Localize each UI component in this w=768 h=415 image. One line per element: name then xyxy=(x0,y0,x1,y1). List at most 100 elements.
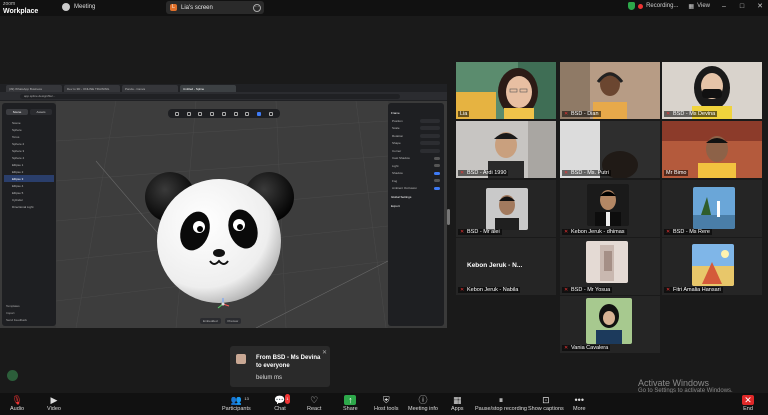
select-tool-icon[interactable] xyxy=(174,111,179,116)
property-toggle[interactable] xyxy=(434,171,440,175)
scene-tree-item[interactable]: Ellipse 4 xyxy=(4,182,54,189)
pen-tool-icon[interactable] xyxy=(221,111,226,116)
react-button[interactable]: ♡ React xyxy=(307,395,321,412)
close-icon[interactable]: ✕ xyxy=(322,349,327,356)
end-button[interactable]: ✕ End xyxy=(742,395,754,412)
video-tile[interactable]: Mr Bimo xyxy=(662,121,762,178)
share-icon: ↑ xyxy=(344,395,357,405)
scene-tree-item[interactable]: Sphere xyxy=(4,126,54,133)
video-tile[interactable]: ✕ BSD - Dian xyxy=(560,62,660,119)
tab-shared-screen[interactable]: L Lia's screen ··· xyxy=(166,1,264,14)
property-toggle[interactable] xyxy=(434,179,440,182)
close-icon[interactable]: ✕ xyxy=(756,2,764,10)
captions-button[interactable]: ⊡ Show captions xyxy=(528,395,564,412)
video-tile[interactable]: ✕ Kebon Jeruk - dhimas xyxy=(560,180,660,237)
import-link[interactable]: Import xyxy=(6,311,27,315)
scene-tree-item[interactable]: Directional Light xyxy=(4,203,54,210)
shared-screen[interactable]: (39) WhatsApp Business Dev to 3D - ONLIN… xyxy=(0,84,447,328)
tab-scene[interactable]: Scene xyxy=(6,109,28,115)
video-tile[interactable]: ✕ Fitri Amalia Hansari xyxy=(662,238,762,295)
move-tool-icon[interactable] xyxy=(186,111,191,116)
share-button[interactable]: ↑ Share xyxy=(343,395,358,412)
property-toggle[interactable] xyxy=(434,156,440,160)
meeting-info-button[interactable]: ⓘ Meeting info xyxy=(408,395,438,412)
scene-tree-item[interactable]: Ellipse 2 xyxy=(4,168,54,175)
tab-screen-label: Lia's screen xyxy=(181,4,213,11)
video-tile[interactable]: ✕ BSD - Ms Devina xyxy=(662,62,762,119)
shield-icon: ⛨ xyxy=(382,395,390,405)
video-tile[interactable]: ✕ BSD - Mr alei xyxy=(456,180,556,237)
participant-photo xyxy=(586,241,628,283)
play-tool-icon[interactable] xyxy=(257,111,262,116)
chat-button[interactable]: 💬 1 Chat xyxy=(274,394,290,412)
more-button[interactable]: ••• More xyxy=(573,395,586,412)
property-toggle[interactable] xyxy=(434,186,440,190)
property-row: Fog xyxy=(392,179,440,183)
audio-button[interactable]: 🎙 Audio xyxy=(10,395,24,412)
video-tile[interactable]: ✕ BSD - Ms Rere xyxy=(662,180,762,237)
participants-button[interactable]: 👥 13 Participants xyxy=(222,395,251,412)
pause-recording-button[interactable]: ⏸ Pause/stop recording xyxy=(475,395,527,412)
video-tile[interactable]: ✕ BSD - Mr Yosua xyxy=(560,238,660,295)
minimize-icon[interactable]: – xyxy=(720,3,728,10)
video-tile[interactable]: ✕ Vania Cavalera xyxy=(560,296,660,353)
property-input[interactable] xyxy=(420,141,440,145)
scene-tree-item[interactable]: Ellipse 3 xyxy=(4,175,54,182)
participant-name: ✕ BSD - Ardi 1990 xyxy=(458,169,509,176)
more-icon[interactable]: ··· xyxy=(253,3,261,12)
url-field[interactable]: app.spline.design/file/... xyxy=(20,93,400,99)
splitter-handle[interactable] xyxy=(447,209,450,225)
browser-tab[interactable]: (39) WhatsApp Business xyxy=(6,85,62,92)
view-button[interactable]: ▦ View xyxy=(688,3,710,10)
grid-icon: ▦ xyxy=(688,3,695,10)
circle-tool-icon[interactable] xyxy=(210,111,215,116)
tab-assets[interactable]: Assets xyxy=(30,109,52,115)
cube-tool-icon[interactable] xyxy=(245,111,250,116)
preview-tab[interactable]: Preview xyxy=(224,318,242,324)
browser-tabs: (39) WhatsApp Business Dev to 3D - ONLIN… xyxy=(0,84,447,92)
property-input[interactable] xyxy=(420,126,440,130)
shape-tool-icon[interactable] xyxy=(198,111,203,116)
host-tools-button[interactable]: ⛨ Host tools xyxy=(374,395,398,412)
tab-meeting[interactable]: Meeting xyxy=(62,3,95,11)
scene-tree-item[interactable]: Sphere 2 xyxy=(4,140,54,147)
video-tile[interactable]: Kebon Jeruk - N... ✕ Kebon Jeruk - Nabila xyxy=(456,238,556,295)
feedback-link[interactable]: Send Feedback xyxy=(6,318,27,322)
browser-tab[interactable]: Panda - Canva xyxy=(122,85,178,92)
participant-photo xyxy=(586,298,632,344)
scene-tree-item[interactable]: Scene xyxy=(4,119,54,126)
panda-model[interactable] xyxy=(142,155,296,309)
embedded-tab[interactable]: Embedded xyxy=(200,318,221,324)
export-tool-icon[interactable] xyxy=(269,111,273,116)
zoom-brand: zoom Workplace xyxy=(3,1,38,15)
chat-notification[interactable]: From BSD - Ms Devina to everyone belum m… xyxy=(230,346,330,387)
property-toggle[interactable] xyxy=(434,164,440,167)
mic-muted-icon: ✕ xyxy=(460,228,465,235)
scene-tree-item[interactable]: Ellipse 1 xyxy=(4,161,54,168)
scene-tree-item[interactable]: Ellipse 5 xyxy=(4,189,54,196)
scene-tree-item[interactable]: Sphere 4 xyxy=(4,154,54,161)
text-tool-icon[interactable] xyxy=(233,111,238,116)
recording-indicator[interactable]: Recording... xyxy=(628,2,678,10)
property-input[interactable] xyxy=(420,148,440,153)
templates-link[interactable]: Templates xyxy=(6,304,27,308)
participant-photo xyxy=(486,188,528,230)
axis-gizmo-icon[interactable] xyxy=(216,297,230,311)
video-tile-lia[interactable]: Lia xyxy=(456,62,556,119)
maximize-icon[interactable]: □ xyxy=(738,3,746,10)
property-row: Rotation xyxy=(392,133,440,138)
video-tile[interactable]: ✕ BSD - Ardi 1990 xyxy=(456,121,556,178)
scene-tree-item[interactable]: Torus xyxy=(4,133,54,140)
video-tile[interactable]: ✕ BSD - Ms. Putri xyxy=(560,121,660,178)
scene-tree-item[interactable]: Sphere 3 xyxy=(4,147,54,154)
scene-tree-item[interactable]: Cylinder xyxy=(4,196,54,203)
browser-tab[interactable]: Dev to 3D - ONLINE TRAINING xyxy=(64,85,120,92)
address-bar: app.spline.design/file/... xyxy=(0,92,447,100)
video-button[interactable]: ▶ Video xyxy=(47,395,61,412)
property-input[interactable] xyxy=(420,133,440,138)
property-input[interactable] xyxy=(420,118,440,123)
browser-tab-active[interactable]: Untitled - Spline xyxy=(180,85,236,92)
apps-button[interactable]: ▦ Apps xyxy=(451,395,464,412)
security-badge-icon[interactable] xyxy=(7,370,18,381)
participant-name: ✕ Kebon Jeruk - Nabila xyxy=(458,286,521,293)
